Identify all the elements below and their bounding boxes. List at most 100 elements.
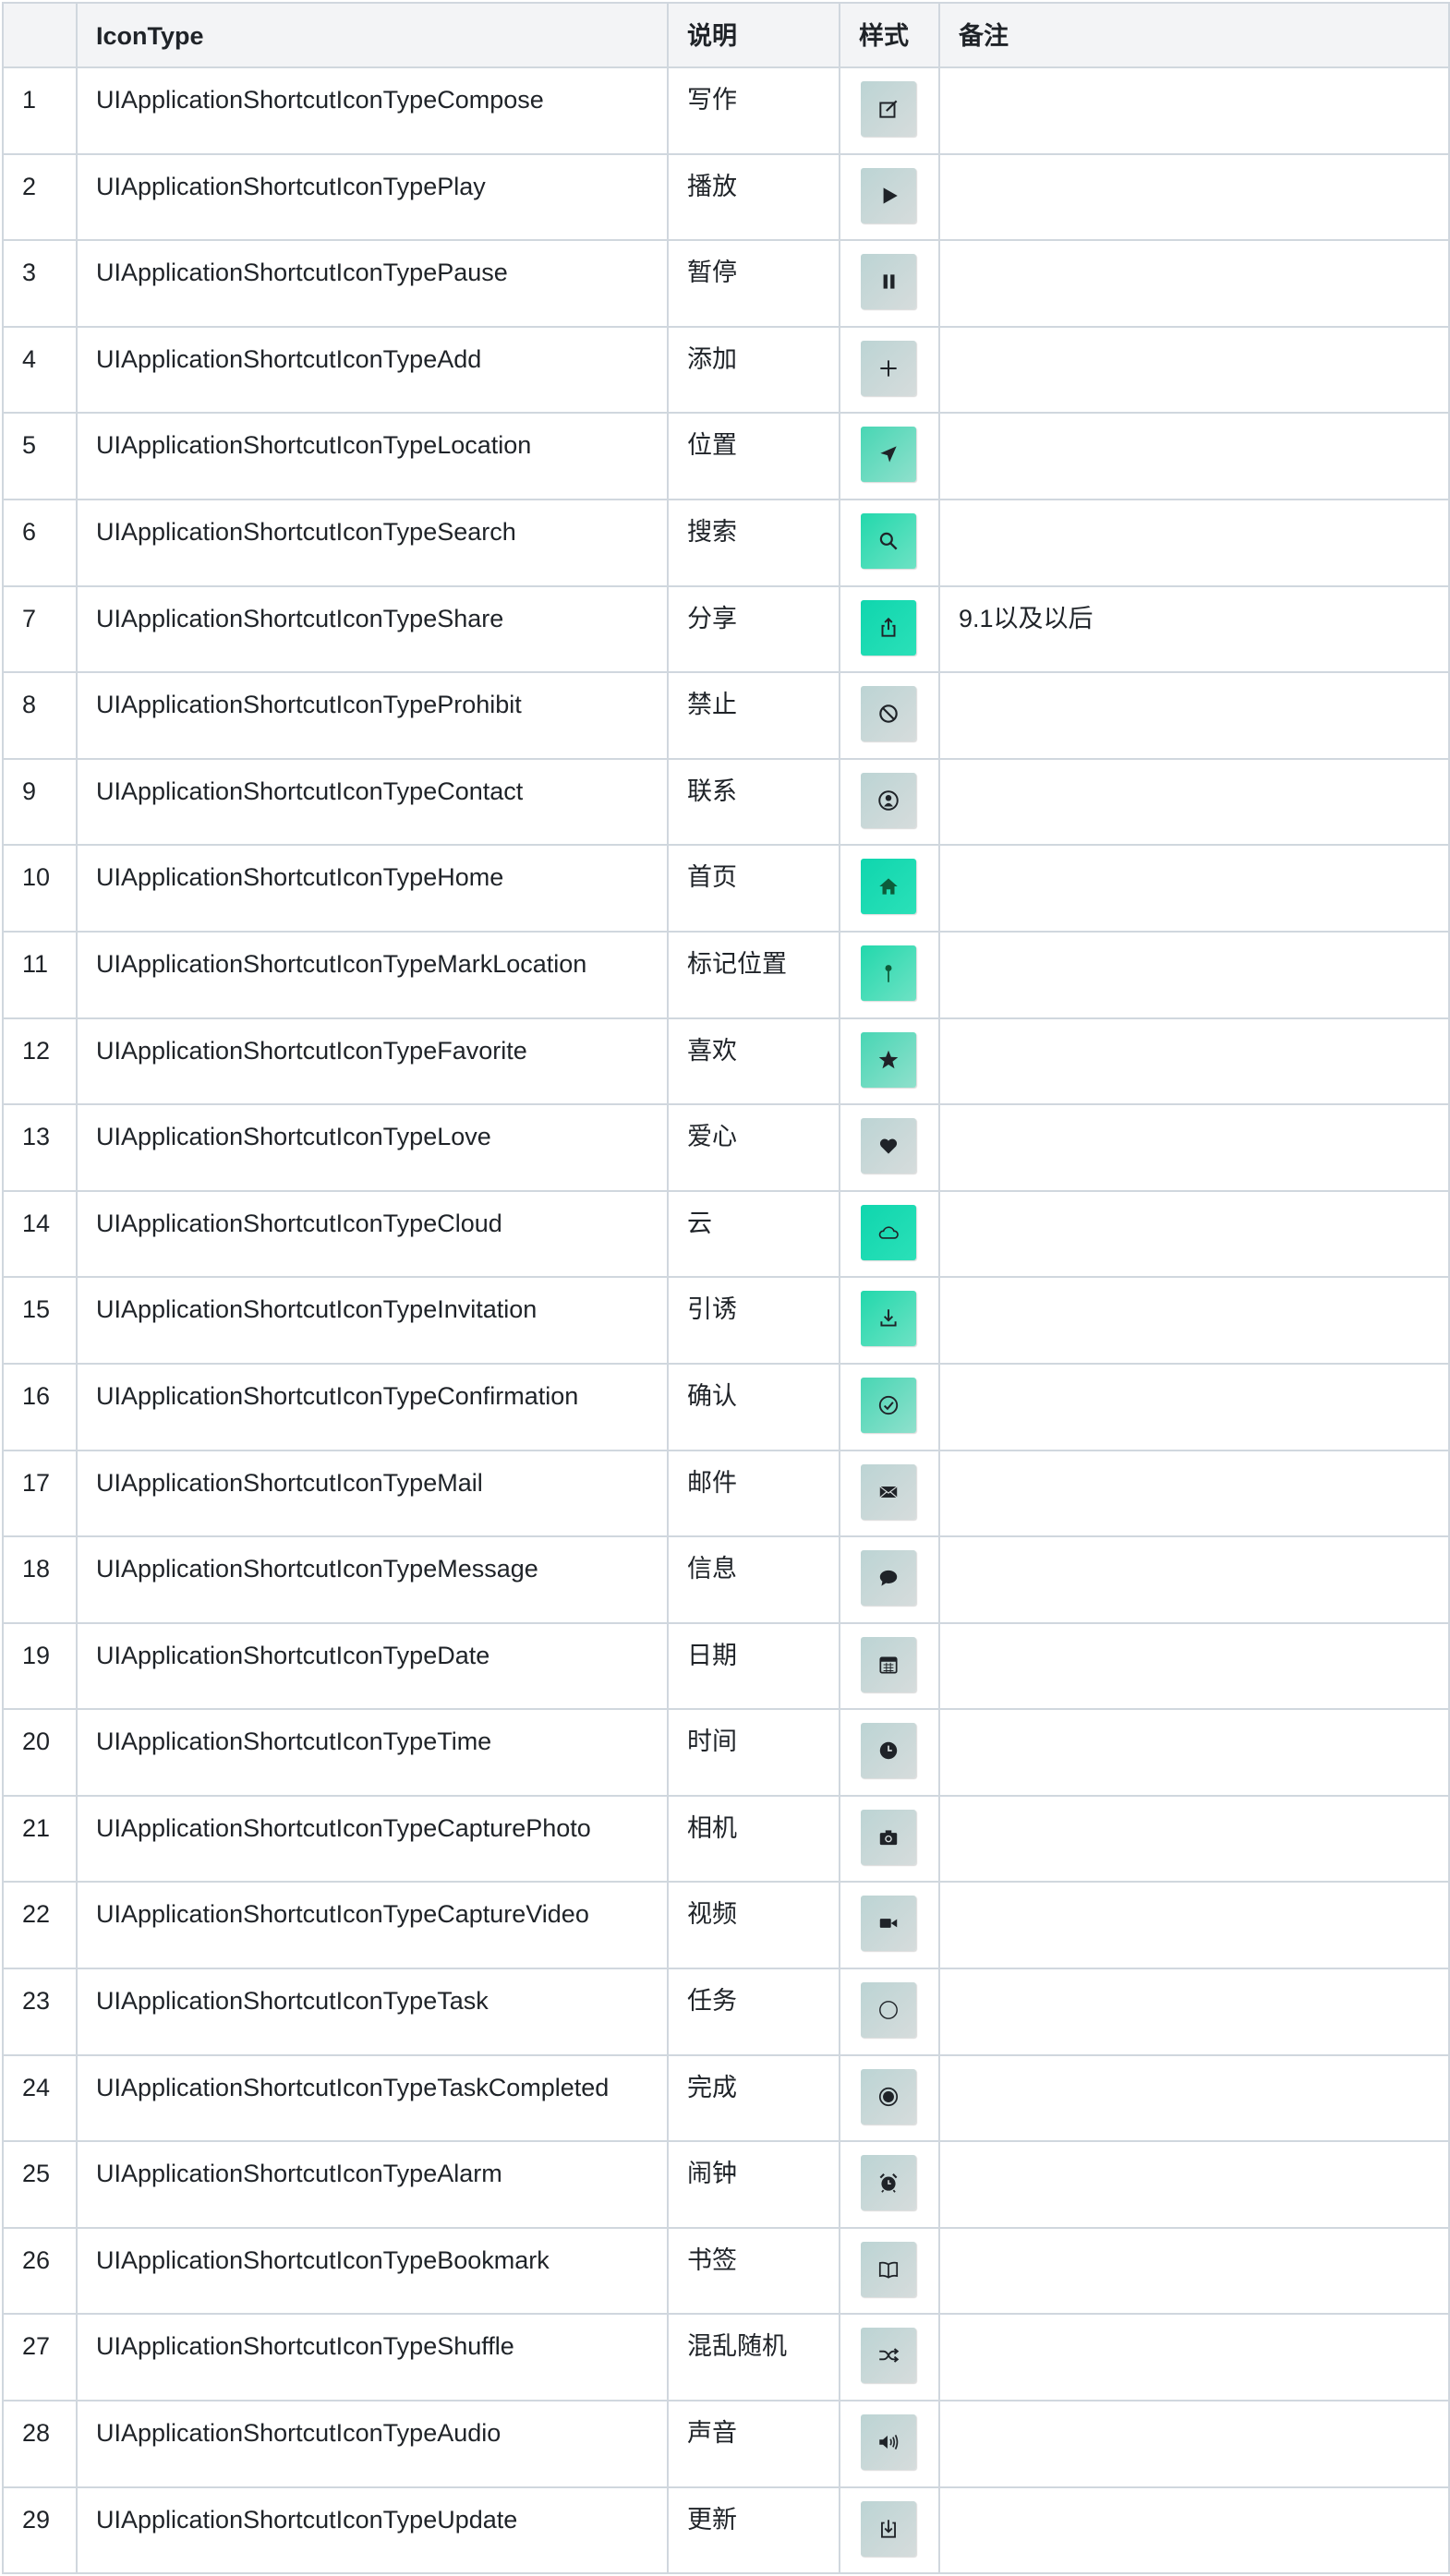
table-row: 28 UIApplicationShortcutIconTypeAudio 声音 bbox=[2, 2400, 1450, 2488]
note-cell bbox=[938, 1535, 1450, 1624]
icon-style-cell bbox=[839, 2226, 940, 2316]
icon-style-cell bbox=[839, 1881, 940, 1970]
table-row: 26 UIApplicationShortcutIconTypeBookmark 书… bbox=[2, 2226, 1450, 2316]
icon-type-name: UIApplicationShortcutIconTypeLove bbox=[76, 1103, 669, 1192]
note-cell bbox=[938, 930, 1450, 1019]
row-number: 3 bbox=[2, 239, 78, 328]
icon-description: 搜索 bbox=[667, 498, 840, 587]
icon-tile bbox=[861, 1636, 916, 1692]
note-cell bbox=[938, 1103, 1450, 1192]
icon-style-cell bbox=[839, 2486, 940, 2575]
icon-type-name: UIApplicationShortcutIconTypeConfirmatio… bbox=[76, 1362, 669, 1451]
row-number: 21 bbox=[2, 1794, 78, 1884]
date-icon bbox=[879, 1656, 898, 1674]
header-style: 样式 bbox=[839, 2, 940, 68]
icon-style-cell bbox=[839, 1621, 940, 1711]
row-number: 12 bbox=[2, 1017, 78, 1106]
icon-style-cell bbox=[839, 1189, 940, 1279]
header-desc: 说明 bbox=[667, 2, 840, 68]
row-number: 28 bbox=[2, 2400, 78, 2488]
icon-tile bbox=[861, 772, 916, 828]
note-cell bbox=[938, 1881, 1450, 1970]
table-row: 17 UIApplicationShortcutIconTypeMail 邮件 bbox=[2, 1449, 1450, 1538]
icon-style-cell bbox=[839, 66, 940, 155]
row-number: 19 bbox=[2, 1621, 78, 1711]
icon-type-name: UIApplicationShortcutIconTypeMarkLocatio… bbox=[76, 930, 669, 1019]
task-completed-icon bbox=[878, 2087, 899, 2106]
icon-style-cell bbox=[839, 412, 940, 500]
icon-style-cell bbox=[839, 1017, 940, 1106]
icon-type-name: UIApplicationShortcutIconTypeCloud bbox=[76, 1189, 669, 1279]
icon-style-cell bbox=[839, 152, 940, 242]
love-icon bbox=[879, 1138, 898, 1154]
icon-tile bbox=[861, 1377, 916, 1433]
icon-tile bbox=[861, 2328, 916, 2384]
icon-type-table: IconType 说明 样式 备注 1 UIApplicationShortcut… bbox=[2, 2, 1450, 2575]
play-icon bbox=[883, 187, 898, 204]
table-row: 6 UIApplicationShortcutIconTypeSearch 搜索 bbox=[2, 498, 1450, 587]
icon-description: 喜欢 bbox=[667, 1017, 840, 1106]
row-number: 6 bbox=[2, 498, 78, 587]
icon-type-name: UIApplicationShortcutIconTypeHome bbox=[76, 844, 669, 933]
note-cell bbox=[938, 412, 1450, 500]
icon-tile bbox=[861, 167, 916, 223]
icon-tile bbox=[861, 1550, 916, 1607]
note-cell bbox=[938, 1968, 1450, 2056]
table-row: 27 UIApplicationShortcutIconTypeShuffle 混乱… bbox=[2, 2313, 1450, 2402]
confirmation-icon bbox=[878, 1395, 899, 1415]
note-cell bbox=[938, 1017, 1450, 1106]
row-number: 1 bbox=[2, 66, 78, 155]
favorite-icon bbox=[878, 1050, 899, 1068]
icon-style-cell bbox=[839, 2313, 940, 2402]
icon-description: 首页 bbox=[667, 844, 840, 933]
icon-tile bbox=[861, 427, 916, 483]
note-cell bbox=[938, 1708, 1450, 1797]
table-row: 24 UIApplicationShortcutIconTypeTaskCompl… bbox=[2, 2053, 1450, 2143]
row-number: 23 bbox=[2, 1968, 78, 2056]
icon-description: 混乱随机 bbox=[667, 2313, 840, 2402]
note-cell bbox=[938, 1362, 1450, 1451]
icon-type-name: UIApplicationShortcutIconTypeUpdate bbox=[76, 2486, 669, 2575]
home-icon bbox=[879, 878, 898, 896]
icon-description: 日期 bbox=[667, 1621, 840, 1711]
icon-type-name: UIApplicationShortcutIconTypeCompose bbox=[76, 66, 669, 155]
icon-description: 书签 bbox=[667, 2226, 840, 2316]
icon-tile bbox=[861, 2068, 916, 2125]
icon-style-cell bbox=[839, 325, 940, 415]
row-number: 10 bbox=[2, 844, 78, 933]
row-number: 24 bbox=[2, 2053, 78, 2143]
row-number: 17 bbox=[2, 1449, 78, 1538]
table-row: 10 UIApplicationShortcutIconTypeHome 首页 bbox=[2, 844, 1450, 933]
time-icon bbox=[879, 1742, 898, 1760]
icon-tile bbox=[861, 1291, 916, 1347]
icon-tile bbox=[861, 81, 916, 137]
icon-type-name: UIApplicationShortcutIconTypeMail bbox=[76, 1449, 669, 1538]
location-icon bbox=[880, 446, 897, 463]
icon-tile bbox=[861, 2241, 916, 2297]
note-cell bbox=[938, 1189, 1450, 1279]
icon-description: 完成 bbox=[667, 2053, 840, 2143]
icon-style-cell bbox=[839, 2140, 940, 2229]
table-row: 9 UIApplicationShortcutIconTypeContact 联系 bbox=[2, 757, 1450, 847]
icon-style-cell bbox=[839, 930, 940, 1019]
row-number: 2 bbox=[2, 152, 78, 242]
mail-icon bbox=[879, 1486, 898, 1498]
note-cell bbox=[938, 757, 1450, 847]
table-row: 16 UIApplicationShortcutIconTypeConfirmat… bbox=[2, 1362, 1450, 1451]
icon-tile bbox=[861, 2500, 916, 2557]
icon-description: 播放 bbox=[667, 152, 840, 242]
icon-description: 信息 bbox=[667, 1535, 840, 1624]
icon-description: 分享 bbox=[667, 584, 840, 674]
icon-tile bbox=[861, 2155, 916, 2211]
compose-icon bbox=[879, 100, 898, 118]
update-icon bbox=[881, 2519, 896, 2538]
icon-tile bbox=[861, 1723, 916, 1779]
icon-style-cell bbox=[839, 2053, 940, 2143]
table-row: 22 UIApplicationShortcutIconTypeCaptureVi… bbox=[2, 1881, 1450, 1970]
icon-type-name: UIApplicationShortcutIconTypeMessage bbox=[76, 1535, 669, 1624]
capture-video-icon bbox=[879, 1919, 898, 1929]
shuffle-icon bbox=[879, 2348, 900, 2364]
row-number: 26 bbox=[2, 2226, 78, 2316]
mark-location-icon bbox=[885, 965, 892, 982]
table-row: 15 UIApplicationShortcutIconTypeInvitatio… bbox=[2, 1276, 1450, 1365]
